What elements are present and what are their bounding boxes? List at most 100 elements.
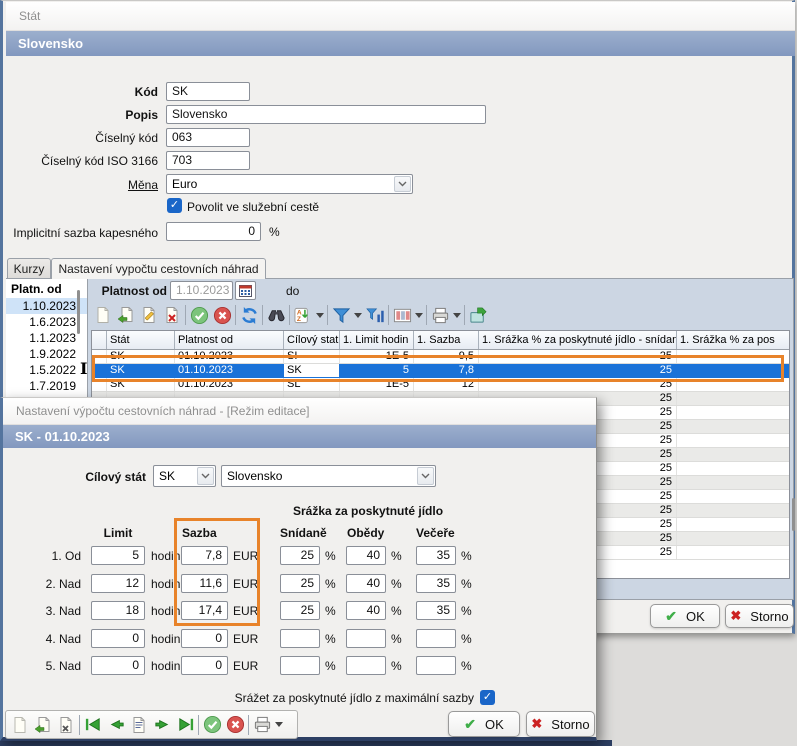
- kod-input[interactable]: SK: [166, 82, 250, 101]
- search-binoculars-icon[interactable]: [266, 305, 286, 325]
- cilovy-stat-code-select[interactable]: SK: [153, 465, 216, 487]
- col-platnost-od[interactable]: Platnost od: [175, 331, 284, 349]
- snidane-input[interactable]: 25: [280, 574, 320, 593]
- columns-menu-caret[interactable]: [415, 313, 423, 318]
- popis-input[interactable]: Slovensko: [166, 105, 486, 124]
- percent-unit: %: [391, 549, 402, 563]
- limit-row-label: 1. Od: [3, 549, 81, 563]
- print-menu-caret[interactable]: [275, 722, 283, 727]
- date-list-item[interactable]: 1.9.2022: [6, 346, 87, 362]
- kapesne-input[interactable]: 0: [166, 222, 261, 241]
- sazba-input[interactable]: 0: [181, 656, 228, 675]
- sort-menu-caret[interactable]: [316, 313, 324, 318]
- dialog-ok-button[interactable]: ✔ OK: [448, 711, 520, 737]
- table-row-selected[interactable]: SK 01.10.2023 SK 5 7,8 25: [92, 364, 789, 378]
- obedy-input[interactable]: 40: [346, 574, 386, 593]
- snidane-input[interactable]: [280, 656, 320, 675]
- col-srazka-snidane[interactable]: 1. Srážka % za poskytnuté jídlo - snídan…: [479, 331, 677, 349]
- ciselny-kod-input[interactable]: 063: [166, 128, 250, 147]
- nav-previous-icon[interactable]: [106, 715, 126, 735]
- filter-chart-icon[interactable]: [365, 305, 385, 325]
- date-list-item[interactable]: 1.10.2023: [6, 298, 87, 314]
- snidane-input[interactable]: [280, 629, 320, 648]
- cancel-icon[interactable]: [225, 715, 245, 735]
- print-icon[interactable]: [430, 305, 450, 325]
- chevron-down-icon[interactable]: [197, 467, 214, 485]
- obedy-input[interactable]: 40: [346, 546, 386, 565]
- limit-input[interactable]: 0: [91, 656, 145, 675]
- col-sazba[interactable]: 1. Sazba: [414, 331, 479, 349]
- obedy-input[interactable]: 40: [346, 601, 386, 620]
- sazba-input[interactable]: 11,6: [181, 574, 228, 593]
- table-row[interactable]: SK 01.10.2023 SI 1E-5 9,5 25: [92, 350, 789, 364]
- storno-button[interactable]: ✖ Storno: [725, 604, 794, 628]
- sort-az-icon[interactable]: AZ: [293, 305, 313, 325]
- sazba-input[interactable]: 0: [181, 629, 228, 648]
- export-icon[interactable]: [468, 305, 488, 325]
- mena-label[interactable]: Měna: [3, 178, 158, 192]
- print-icon[interactable]: [252, 715, 272, 735]
- col-srazka-next[interactable]: 1. Srážka % za pos: [677, 331, 789, 349]
- col-cilovy-stat[interactable]: Cílový stat: [284, 331, 340, 349]
- columns-icon[interactable]: [392, 305, 412, 325]
- edit-document-icon[interactable]: [139, 305, 159, 325]
- refresh-icon[interactable]: [239, 305, 259, 325]
- limit-input[interactable]: 18: [91, 601, 145, 620]
- calendar-icon[interactable]: [235, 281, 256, 300]
- mena-select[interactable]: Euro: [166, 174, 413, 194]
- filter-menu-caret[interactable]: [354, 313, 362, 318]
- copy-document-icon[interactable]: [116, 305, 136, 325]
- iso-input[interactable]: 703: [166, 151, 250, 170]
- vecere-input[interactable]: [416, 629, 456, 648]
- nav-last-icon[interactable]: [175, 715, 195, 735]
- chevron-down-icon[interactable]: [394, 176, 411, 192]
- ok-button[interactable]: ✔ OK: [650, 604, 720, 628]
- snidane-input[interactable]: 25: [280, 601, 320, 620]
- obedy-input[interactable]: [346, 629, 386, 648]
- srazet-checkbox[interactable]: ✓: [480, 690, 495, 705]
- obedy-input[interactable]: [346, 656, 386, 675]
- chevron-down-icon[interactable]: [417, 467, 434, 485]
- record-header-text: Slovensko: [18, 36, 83, 51]
- sazba-input[interactable]: 7,8: [181, 546, 228, 565]
- date-list-item[interactable]: 1.6.2023: [6, 314, 87, 330]
- nav-next-icon[interactable]: [152, 715, 172, 735]
- tab-kurzy[interactable]: Kurzy: [7, 258, 51, 278]
- col-stat[interactable]: Stát: [107, 331, 175, 349]
- delete-document-icon[interactable]: [162, 305, 182, 325]
- platnost-od-input[interactable]: 1.10.2023: [170, 281, 233, 300]
- vecere-input[interactable]: [416, 656, 456, 675]
- date-list-item[interactable]: 1.7.2019: [6, 378, 87, 394]
- povolit-checkbox[interactable]: ✓: [167, 198, 182, 213]
- col-limit-hodin[interactable]: 1. Limit hodin: [340, 331, 414, 349]
- delete-document-icon[interactable]: [56, 715, 76, 735]
- check-icon: ✔: [464, 716, 476, 733]
- table-scrollbar[interactable]: [792, 498, 795, 531]
- snidane-input[interactable]: 25: [280, 546, 320, 565]
- copy-document-icon[interactable]: [33, 715, 53, 735]
- cancel-icon[interactable]: [212, 305, 232, 325]
- nav-first-icon[interactable]: [83, 715, 103, 735]
- limit-input[interactable]: 12: [91, 574, 145, 593]
- vecere-input[interactable]: 35: [416, 601, 456, 620]
- accept-icon[interactable]: [189, 305, 209, 325]
- limit-input[interactable]: 5: [91, 546, 145, 565]
- accept-icon[interactable]: [202, 715, 222, 735]
- vecere-input[interactable]: 35: [416, 546, 456, 565]
- vecere-input[interactable]: 35: [416, 574, 456, 593]
- cilovy-stat-name-select[interactable]: Slovensko: [221, 465, 436, 487]
- filter-icon[interactable]: [331, 305, 351, 325]
- limit-input[interactable]: 0: [91, 629, 145, 648]
- date-list-item[interactable]: 1.5.2022: [6, 362, 87, 378]
- percent-unit: %: [391, 577, 402, 591]
- dialog-storno-button[interactable]: ✖ Storno: [526, 711, 595, 737]
- new-document-icon[interactable]: [10, 715, 30, 735]
- print-menu-caret[interactable]: [453, 313, 461, 318]
- new-document-icon[interactable]: [93, 305, 113, 325]
- mena-value: Euro: [172, 175, 197, 193]
- report-icon[interactable]: [129, 715, 149, 735]
- date-list-item[interactable]: 1.1.2023: [6, 330, 87, 346]
- tab-nastaveni-nahrad[interactable]: Nastavení vypočtu cestovních náhrad: [51, 258, 266, 279]
- sazba-input[interactable]: 17,4: [181, 601, 228, 620]
- table-row[interactable]: SK 01.10.2023 SL 1E-5 12 25: [92, 378, 789, 392]
